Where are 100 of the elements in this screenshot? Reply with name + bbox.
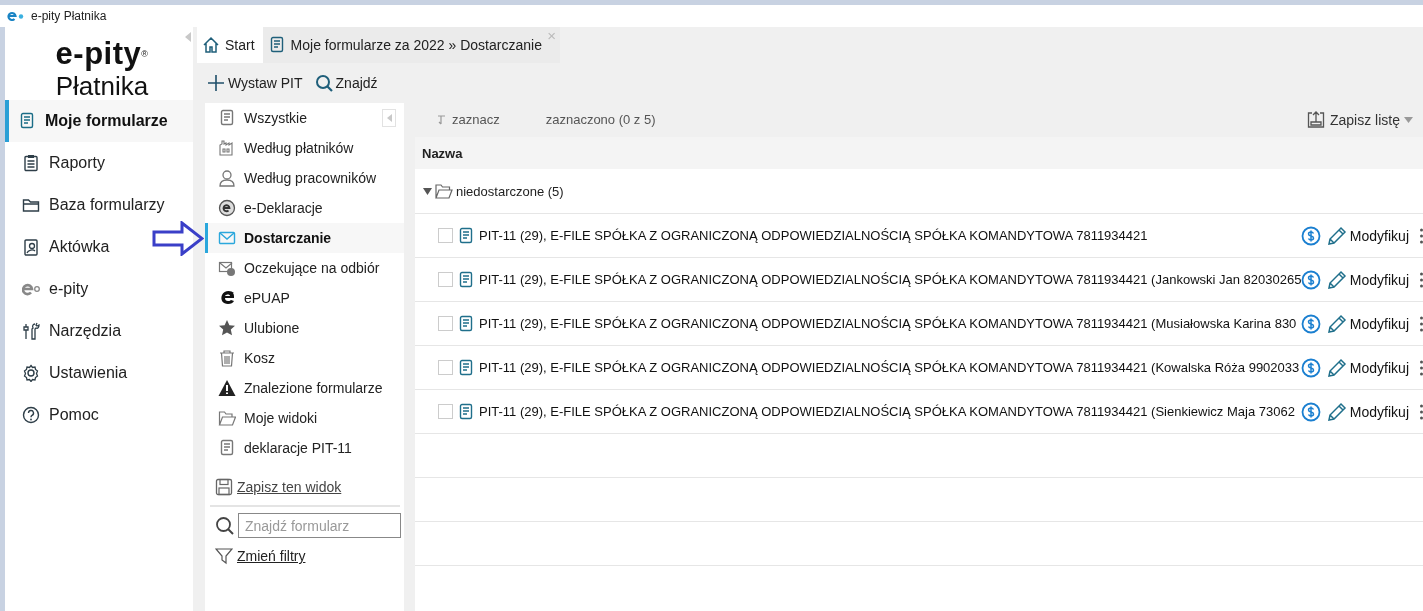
select-button[interactable]: zaznacz (452, 112, 500, 127)
dropdown-icon (1404, 116, 1413, 123)
form-name[interactable]: PIT-11 (29), E-FILE SPÓŁKA Z OGRANICZONĄ ODPOWIEDZIALNOŚCIĄ SPÓŁKA KOMANDYTOWA 7811934421 (479, 228, 1301, 243)
sidebar-item[interactable]: Aktówka (5, 226, 193, 268)
sidebar-item[interactable]: Narzędzia (5, 310, 193, 352)
tab[interactable]: Start (197, 27, 263, 63)
more-icon (1420, 271, 1423, 288)
e-logo-icon (218, 289, 236, 307)
sidebar-item[interactable]: Pomoc (5, 394, 193, 436)
e-circle-icon (218, 199, 236, 217)
dollar-icon (1300, 225, 1321, 246)
document-icon (457, 358, 475, 377)
filter-item[interactable]: deklaracje PIT-11 (205, 433, 404, 463)
briefcase-icon (22, 238, 40, 256)
modify-button[interactable]: Modyfikuj (1326, 269, 1409, 290)
pointer-arrow-drawing (152, 221, 204, 256)
settings-icon (22, 364, 40, 382)
form-name[interactable]: PIT-11 (29), E-FILE SPÓŁKA Z OGRANICZONĄ ODPOWIEDZIALNOŚCIĄ SPÓŁKA KOMANDYTOWA 7811934421 (Jankowski Jan 82030265 (479, 272, 1301, 287)
folder-icon (435, 183, 453, 199)
pencil-icon (1326, 269, 1347, 290)
brand-subtitle: Płatnika (55, 71, 149, 101)
modify-button[interactable]: Modyfikuj (1326, 225, 1409, 246)
collapse-button[interactable] (382, 109, 396, 127)
form-name[interactable]: PIT-11 (29), E-FILE SPÓŁKA Z OGRANICZONĄ ODPOWIEDZIALNOŚCIĄ SPÓŁKA KOMANDYTOWA 7811934421 (Kowalska Róża 9902033 (479, 360, 1301, 375)
folder-icon (218, 409, 236, 427)
dollar-icon (1300, 401, 1321, 422)
modify-button[interactable]: Modyfikuj (1326, 401, 1409, 422)
tools-icon (22, 322, 40, 340)
filter-item[interactable]: Dostarczanie (205, 223, 404, 253)
change-filters-link[interactable]: Zmień filtry (237, 548, 306, 564)
sidebar-item[interactable]: Ustawienia (5, 352, 193, 394)
save-view-link[interactable]: Zapisz ten widok (237, 479, 342, 495)
pencil-icon (1326, 313, 1347, 334)
help-icon (22, 406, 40, 424)
envelope-icon (218, 259, 236, 277)
form-name[interactable]: PIT-11 (29), E-FILE SPÓŁKA Z OGRANICZONĄ ODPOWIEDZIALNOŚCIĄ SPÓŁKA KOMANDYTOWA 7811934421 (Sienkiewicz Maja 73062 (479, 404, 1301, 419)
filter-item[interactable]: Oczekujące na odbiór (205, 253, 404, 283)
export-icon (1305, 109, 1326, 130)
search-icon (215, 515, 235, 536)
home-icon (202, 36, 220, 54)
modify-button[interactable]: Modyfikuj (1326, 357, 1409, 378)
collapse-icon (185, 32, 191, 42)
dollar-icon (1300, 357, 1321, 378)
sidebar-item[interactable]: Raporty (5, 142, 193, 184)
more-icon (1420, 315, 1423, 332)
row-checkbox[interactable] (438, 272, 453, 287)
filter-item[interactable]: Ulubione (205, 313, 404, 343)
dollar-icon (1300, 313, 1321, 334)
row-checkbox[interactable] (438, 404, 453, 419)
selected-count: zaznaczono (0 z 5) (545, 112, 656, 127)
filter-item[interactable]: e-Deklaracje (205, 193, 404, 223)
envelope-icon (218, 229, 236, 247)
sidebar-item[interactable]: Baza formularzy (5, 184, 193, 226)
funnel-icon (215, 547, 233, 565)
filter-item[interactable]: Według pracowników (205, 163, 404, 193)
filter-item[interactable]: Moje widoki (205, 403, 404, 433)
document-icon (218, 109, 236, 127)
more-icon (1420, 359, 1423, 376)
search-icon (314, 74, 333, 92)
sidebar-item[interactable]: e-pity (5, 268, 193, 310)
more-icon (1420, 403, 1423, 420)
row-checkbox[interactable] (438, 228, 453, 243)
save-icon (215, 478, 233, 496)
document-icon (457, 314, 475, 333)
filter-item[interactable]: ePUAP (205, 283, 404, 313)
issue-pit-button[interactable]: Wystaw PIT (207, 74, 303, 92)
document-icon (218, 439, 236, 457)
tab[interactable]: Moje formularze za 2022 » Dostarczanie × (262, 27, 560, 63)
person-icon (218, 169, 236, 187)
form-name[interactable]: PIT-11 (29), E-FILE SPÓŁKA Z OGRANICZONĄ ODPOWIEDZIALNOŚCIĄ SPÓŁKA KOMANDYTOWA 7811934421 (Musiałowska Karina 830 (479, 316, 1301, 331)
document-icon (457, 270, 475, 289)
filter-item[interactable]: Znalezione formularze (205, 373, 404, 403)
filter-item[interactable]: Wszystkie (205, 103, 404, 133)
folder-icon (22, 196, 40, 214)
select-arrow-icon (437, 114, 446, 125)
document-icon (457, 402, 475, 421)
document-icon (18, 112, 36, 130)
dollar-icon (1300, 269, 1321, 290)
plus-icon (207, 74, 225, 92)
modify-button[interactable]: Modyfikuj (1326, 313, 1409, 334)
group-label[interactable]: niedostarczone (5) (456, 183, 564, 199)
document-icon (457, 226, 475, 245)
pencil-icon (1326, 357, 1347, 378)
window-title: e-pity Płatnika (31, 9, 107, 23)
find-button[interactable]: Znajdź (314, 74, 378, 92)
row-checkbox[interactable] (438, 360, 453, 375)
app-logo-icon (7, 11, 25, 21)
row-checkbox[interactable] (438, 316, 453, 331)
sidebar-item[interactable]: Moje formularze (5, 100, 193, 142)
column-header[interactable]: Nazwa (422, 145, 463, 161)
clipboard-icon (22, 154, 40, 172)
save-list-button[interactable]: Zapisz listę (1305, 109, 1423, 130)
filter-item[interactable]: Według płatników (205, 133, 404, 163)
factory-icon (218, 139, 236, 157)
star-icon (218, 319, 236, 337)
trash-icon (218, 349, 236, 367)
pencil-icon (1326, 401, 1347, 422)
warning-icon (218, 379, 236, 397)
filter-item[interactable]: Kosz (205, 343, 404, 373)
search-field[interactable]: Znajdź formularz (238, 513, 401, 538)
